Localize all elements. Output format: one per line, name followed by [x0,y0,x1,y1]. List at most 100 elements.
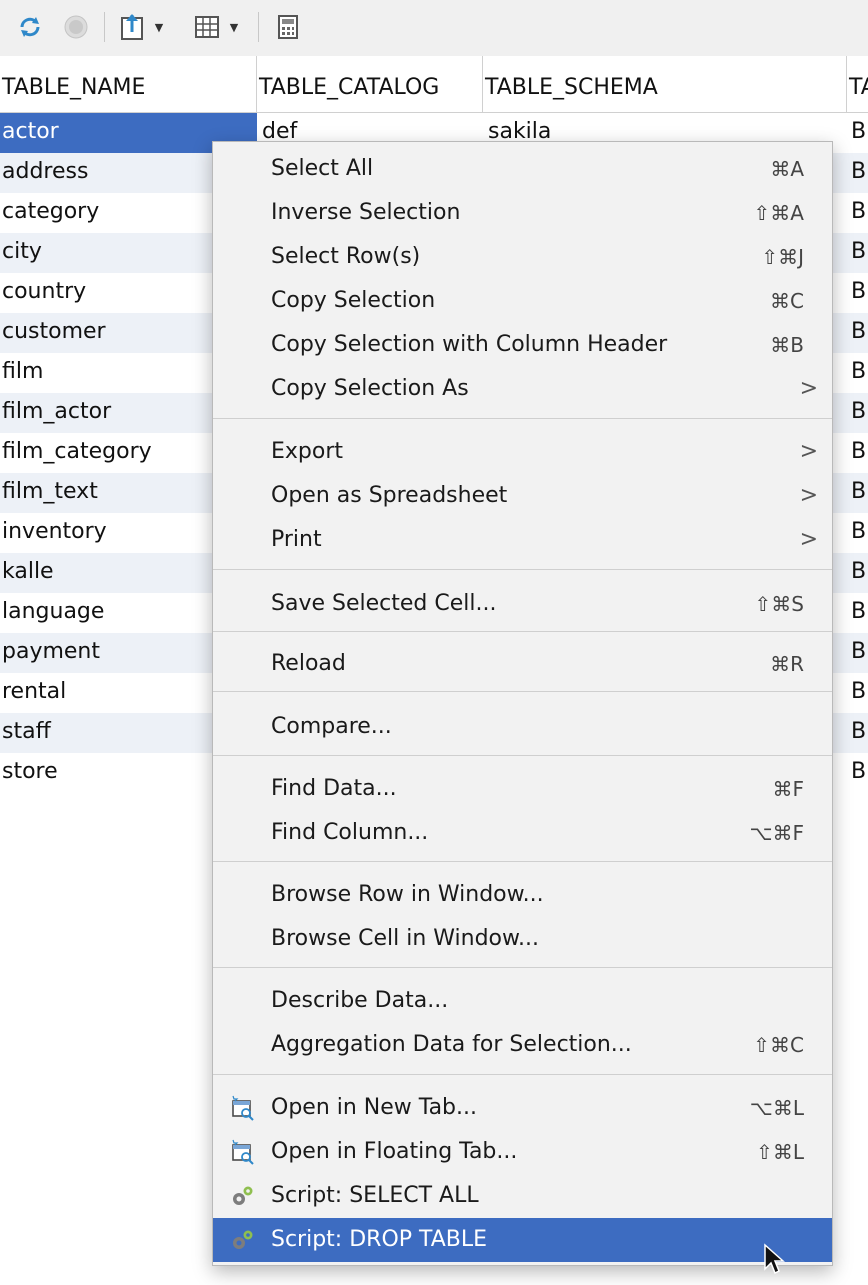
menu-item-save-selected-cell[interactable]: Save Selected Cell... ⇧⌘S [213,582,832,626]
table-type-cell[interactable]: B [849,553,868,593]
context-menu: Select All ⌘A Inverse Selection ⇧⌘A Sele… [212,141,833,1266]
menu-item-find-column[interactable]: Find Column... ⌥⌘F [213,811,832,855]
menu-item-print[interactable]: Print > [213,518,832,562]
menu-item-shortcut: ⌘R [770,652,804,676]
submenu-arrow-icon: > [799,527,818,552]
grid-layout-button[interactable]: ▼ [188,12,244,42]
menu-item-label: Browse Cell in Window... [271,926,539,951]
table-type-cell[interactable]: B [849,713,868,753]
menu-item-shortcut: ⌥⌘F [749,821,804,845]
menu-item-describe-data[interactable]: Describe Data... [213,979,832,1023]
table-name-cell[interactable]: staff [0,713,212,753]
toolbar: ▼ ▼ [0,0,868,57]
menu-item-shortcut: ⇧⌘J [761,245,804,269]
menu-item-label: Open in Floating Tab... [271,1139,518,1164]
table-name-cell[interactable]: city [0,233,212,273]
menu-item-copy-selection-with-header[interactable]: Copy Selection with Column Header ⌘B [213,323,832,367]
table-name-cell[interactable]: language [0,593,212,633]
table-name-cell[interactable]: film [0,353,212,393]
column-header-table-schema[interactable]: TABLE_SCHEMA [483,56,847,112]
stop-icon[interactable] [60,12,92,42]
submenu-arrow-icon: > [799,483,818,508]
menu-separator [213,755,832,756]
menu-item-label: Copy Selection [271,288,436,313]
table-name-cell[interactable]: country [0,273,212,313]
menu-item-shortcut: ⇧⌘C [753,1033,804,1057]
column-header-table-name[interactable]: TABLE_NAME [0,56,257,112]
menu-item-export[interactable]: Export > [213,430,832,474]
table-type-cell[interactable]: B [849,593,868,633]
table-type-cell[interactable]: B [849,673,868,713]
menu-item-label: Script: SELECT ALL [271,1183,479,1208]
table-type-cell[interactable]: B [849,433,868,473]
menu-separator [213,691,832,692]
menu-item-reload[interactable]: Reload ⌘R [213,642,832,686]
menu-item-label: Print [271,527,322,552]
menu-item-script-drop-table[interactable]: Script: DROP TABLE [213,1218,832,1262]
menu-item-select-rows[interactable]: Select Row(s) ⇧⌘J [213,235,832,279]
table-name-cell[interactable]: film_category [0,433,212,473]
menu-item-open-in-floating-tab[interactable]: Open in Floating Tab... ⇧⌘L [213,1130,832,1174]
menu-item-find-data[interactable]: Find Data... ⌘F [213,767,832,811]
table-type-cell[interactable]: B [849,193,868,233]
grid-layout-icon [194,16,219,38]
table-type-cell[interactable]: B [849,513,868,553]
menu-item-label: Select All [271,156,374,181]
table-type-cell[interactable]: B [849,753,868,793]
column-header-table-catalog[interactable]: TABLE_CATALOG [257,56,483,112]
menu-item-compare[interactable]: Compare... [213,705,832,749]
menu-item-select-all[interactable]: Select All ⌘A [213,147,832,191]
script-gear-icon [229,1227,255,1253]
table-type-cell[interactable]: B [849,473,868,513]
refresh-icon[interactable] [14,12,46,42]
table-type-cell[interactable]: B [849,313,868,353]
table-type-cell[interactable]: B [849,353,868,393]
export-button[interactable]: ▼ [114,12,168,42]
chevron-down-icon: ▼ [154,20,164,34]
menu-item-label: Open as Spreadsheet [271,483,508,508]
table-type-cell[interactable]: B [849,113,868,153]
table-name-cell[interactable]: inventory [0,513,212,553]
table-name-cell[interactable]: rental [0,673,212,713]
column-header-table-type[interactable]: TA [847,56,868,112]
floating-tab-icon [229,1139,255,1165]
table-type-cell[interactable]: B [849,393,868,433]
menu-item-aggregation-data[interactable]: Aggregation Data for Selection... ⇧⌘C [213,1023,832,1067]
menu-item-label: Save Selected Cell... [271,591,497,616]
menu-item-copy-selection-as[interactable]: Copy Selection As > [213,367,832,411]
table-type-cell[interactable]: B [849,233,868,273]
table-name-cell[interactable]: kalle [0,553,212,593]
table-type-cell[interactable]: B [849,273,868,313]
menu-item-shortcut: ⌘A [770,157,804,181]
menu-item-script-select-all[interactable]: Script: SELECT ALL [213,1174,832,1218]
menu-item-label: Compare... [271,714,392,739]
menu-item-label: Find Column... [271,820,429,845]
table-name-cell[interactable]: category [0,193,212,233]
menu-item-copy-selection[interactable]: Copy Selection ⌘C [213,279,832,323]
menu-item-browse-cell-in-window[interactable]: Browse Cell in Window... [213,917,832,961]
menu-item-open-as-spreadsheet[interactable]: Open as Spreadsheet > [213,474,832,518]
menu-item-shortcut: ⌘B [770,333,804,357]
menu-item-label: Reload [271,651,346,676]
table-name-cell[interactable]: customer [0,313,212,353]
table-name-cell[interactable]: film_text [0,473,212,513]
toolbar-separator [104,12,105,42]
grid-header: TABLE_NAME TABLE_CATALOG TABLE_SCHEMA TA [0,56,868,113]
menu-item-browse-row-in-window[interactable]: Browse Row in Window... [213,873,832,917]
export-icon [120,14,143,40]
table-type-cell[interactable]: B [849,153,868,193]
table-name-cell[interactable]: address [0,153,212,193]
menu-item-label: Browse Row in Window... [271,882,544,907]
menu-item-label: Select Row(s) [271,244,421,269]
table-name-cell[interactable]: film_actor [0,393,212,433]
menu-separator [213,967,832,968]
menu-item-inverse-selection[interactable]: Inverse Selection ⇧⌘A [213,191,832,235]
table-name-cell[interactable]: payment [0,633,212,673]
submenu-arrow-icon: > [799,439,818,464]
table-type-cell[interactable]: B [849,633,868,673]
menu-item-label: Find Data... [271,776,397,801]
menu-item-open-in-new-tab[interactable]: Open in New Tab... ⌥⌘L [213,1086,832,1130]
menu-separator [213,631,832,632]
table-name-cell[interactable]: store [0,753,212,793]
calculator-icon[interactable] [272,12,304,42]
